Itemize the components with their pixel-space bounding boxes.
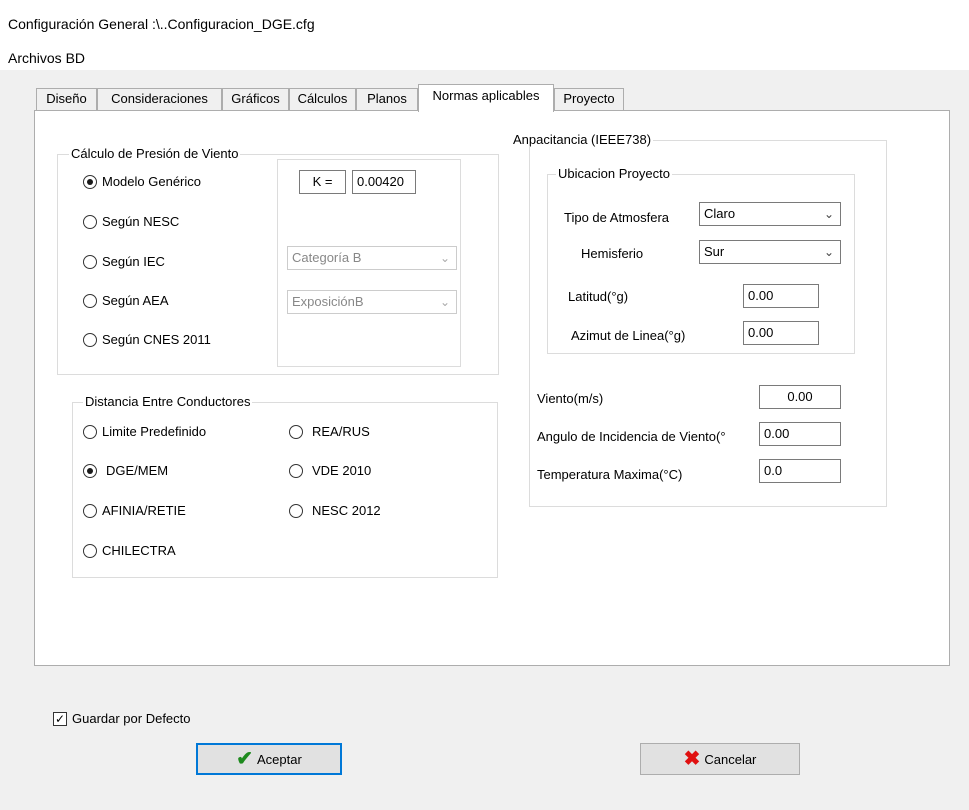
ubicacion-legend: Ubicacion Proyecto bbox=[556, 166, 672, 181]
guardar-defecto-label: Guardar por Defecto bbox=[72, 711, 191, 726]
radio-label: Según NESC bbox=[102, 214, 180, 229]
ampacitancia-legend: Anpacitancia (IEEE738) bbox=[511, 132, 654, 147]
tab-planos[interactable]: Planos bbox=[356, 88, 418, 110]
tipo-atmosfera-value: Claro bbox=[704, 206, 736, 221]
hemisferio-label: Hemisferio bbox=[581, 246, 644, 261]
radio-segun-cnes-2011[interactable]: Según CNES 2011 bbox=[83, 332, 211, 347]
menu-bar: Archivos BD bbox=[0, 42, 969, 70]
radio-icon bbox=[83, 332, 97, 347]
viento-field[interactable]: 0.00 bbox=[759, 385, 841, 409]
presion-viento-legend: Cálculo de Presión de Viento bbox=[69, 146, 241, 161]
hemisferio-value: Sur bbox=[704, 244, 725, 259]
categoria-value: Categoría B bbox=[292, 250, 362, 265]
azimut-field[interactable]: 0.00 bbox=[743, 321, 819, 345]
tab-graficos[interactable]: Gráficos bbox=[222, 88, 289, 110]
title-bar: Configuración General :\..Configuracion_… bbox=[0, 0, 969, 42]
exposicion-value: ExposiciónB bbox=[292, 294, 364, 309]
radio-label: AFINIA/RETIE bbox=[102, 503, 186, 518]
latitud-label: Latitud(°g) bbox=[568, 289, 629, 304]
radio-label: NESC 2012 bbox=[312, 503, 381, 518]
checkbox-checked-icon: ✓ bbox=[53, 711, 67, 726]
radio-icon bbox=[289, 424, 303, 439]
distancia-legend: Distancia Entre Conductores bbox=[83, 394, 253, 409]
tab-diseno[interactable]: Diseño bbox=[36, 88, 97, 110]
radio-icon bbox=[83, 254, 97, 269]
radio-segun-iec[interactable]: Según IEC bbox=[83, 254, 165, 269]
radio-label: Según IEC bbox=[102, 254, 165, 269]
viento-label: Viento(m/s) bbox=[537, 391, 604, 406]
tab-normas-aplicables[interactable]: Normas aplicables bbox=[418, 84, 554, 112]
angulo-field[interactable]: 0.00 bbox=[759, 422, 841, 446]
radio-selected-icon bbox=[83, 463, 97, 478]
radio-icon bbox=[289, 463, 303, 478]
azimut-label: Azimut de Linea(°g) bbox=[571, 328, 686, 343]
tab-panel: Cálculo de Presión de Viento Modelo Gené… bbox=[34, 110, 950, 666]
guardar-defecto-checkbox[interactable]: ✓ Guardar por Defecto bbox=[53, 711, 191, 726]
tab-calculos[interactable]: Cálculos bbox=[289, 88, 356, 110]
radio-limite-predefinido[interactable]: Limite Predefinido bbox=[83, 424, 206, 439]
k-value-field[interactable]: 0.00420 bbox=[352, 170, 416, 194]
radio-afinia-retie[interactable]: AFINIA/RETIE bbox=[83, 503, 186, 518]
radio-segun-aea[interactable]: Según AEA bbox=[83, 293, 169, 308]
aceptar-button[interactable]: ✔ Aceptar bbox=[196, 743, 342, 775]
radio-dge-mem[interactable]: DGE/MEM bbox=[83, 463, 168, 478]
chevron-down-icon: ⌄ bbox=[439, 295, 450, 309]
tab-consideraciones[interactable]: Consideraciones bbox=[97, 88, 222, 110]
radio-vde-2010[interactable]: VDE 2010 bbox=[289, 463, 371, 478]
cancelar-label: Cancelar bbox=[704, 751, 757, 767]
radio-modelo-generico[interactable]: Modelo Genérico bbox=[83, 174, 201, 189]
k-label-box: K = bbox=[299, 170, 346, 194]
latitud-field[interactable]: 0.00 bbox=[743, 284, 819, 308]
radio-segun-nesc[interactable]: Según NESC bbox=[83, 214, 179, 229]
tipo-atmosfera-select[interactable]: Claro ⌄ bbox=[699, 202, 841, 226]
chevron-down-icon: ⌄ bbox=[439, 251, 450, 265]
x-icon: ✖ bbox=[683, 748, 701, 770]
radio-nesc-2012[interactable]: NESC 2012 bbox=[289, 503, 381, 518]
chevron-down-icon: ⌄ bbox=[823, 245, 834, 259]
checkmark-icon: ✔ bbox=[236, 748, 253, 770]
radio-label: Según AEA bbox=[102, 293, 169, 308]
radio-icon bbox=[83, 543, 97, 558]
radio-label: Modelo Genérico bbox=[102, 174, 201, 189]
radio-icon bbox=[83, 424, 97, 439]
cancelar-button[interactable]: ✖ Cancelar bbox=[640, 743, 800, 775]
radio-icon bbox=[83, 503, 97, 518]
radio-label: Limite Predefinido bbox=[102, 424, 207, 439]
radio-label: CHILECTRA bbox=[102, 543, 176, 558]
radio-label: DGE/MEM bbox=[106, 463, 169, 478]
radio-icon bbox=[289, 503, 303, 518]
radio-icon bbox=[83, 293, 97, 308]
temperatura-field[interactable]: 0.0 bbox=[759, 459, 841, 483]
radio-icon bbox=[83, 214, 97, 229]
radio-rea-rus[interactable]: REA/RUS bbox=[289, 424, 370, 439]
categoria-select: Categoría B ⌄ bbox=[287, 246, 457, 270]
window-title: Configuración General :\..Configuracion_… bbox=[8, 16, 315, 32]
hemisferio-select[interactable]: Sur ⌄ bbox=[699, 240, 841, 264]
radio-label: VDE 2010 bbox=[312, 463, 372, 478]
tab-proyecto[interactable]: Proyecto bbox=[554, 88, 624, 110]
radio-chilectra[interactable]: CHILECTRA bbox=[83, 543, 176, 558]
radio-label: Según CNES 2011 bbox=[102, 332, 211, 347]
chevron-down-icon: ⌄ bbox=[823, 207, 834, 221]
radio-label: REA/RUS bbox=[312, 424, 370, 439]
menu-archivos-bd[interactable]: Archivos BD bbox=[8, 50, 85, 66]
angulo-label: Angulo de Incidencia de Viento(° bbox=[537, 429, 726, 444]
temperatura-label: Temperatura Maxima(°C) bbox=[537, 467, 683, 482]
tipo-atmosfera-label: Tipo de Atmosfera bbox=[564, 210, 670, 225]
exposicion-select: ExposiciónB ⌄ bbox=[287, 290, 457, 314]
radio-selected-icon bbox=[83, 174, 97, 189]
aceptar-label: Aceptar bbox=[256, 751, 302, 767]
